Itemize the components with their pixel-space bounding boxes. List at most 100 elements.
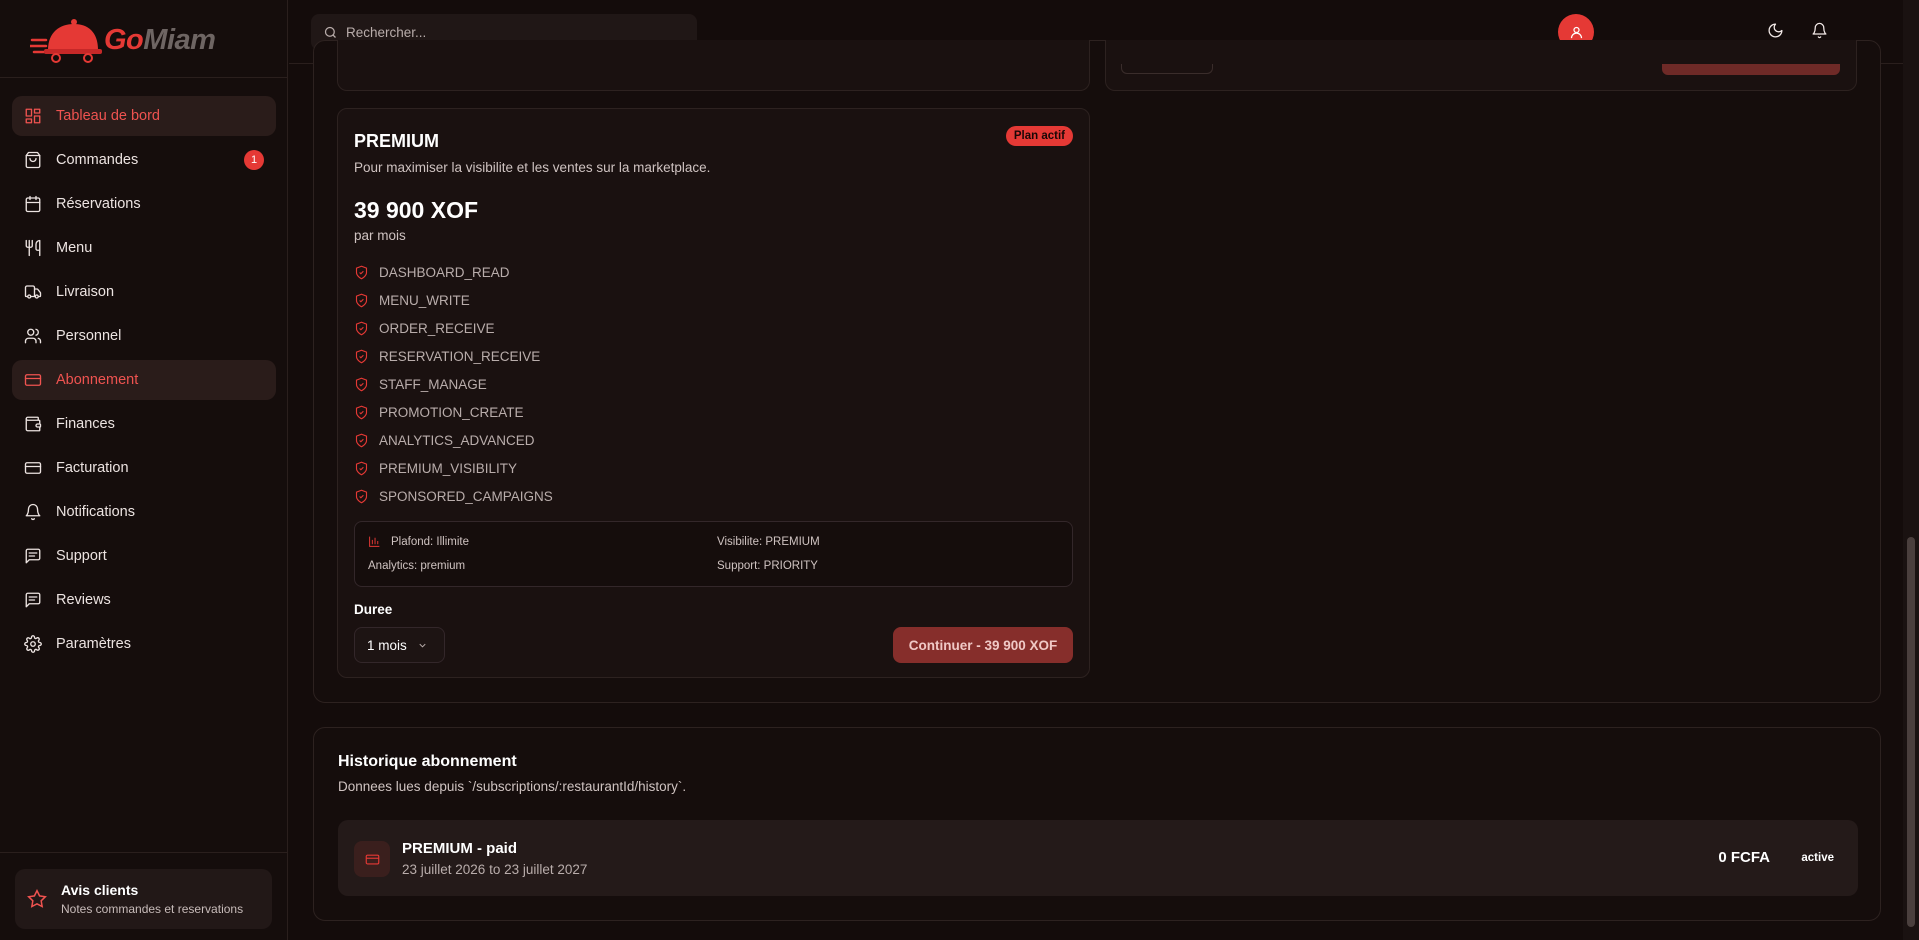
sidebar-item-label: Facturation bbox=[56, 460, 129, 476]
users-icon bbox=[24, 327, 42, 345]
history-dates: 23 juillet 2026 to 23 juillet 2027 bbox=[402, 862, 588, 877]
shield-check-icon bbox=[355, 377, 368, 391]
message-icon bbox=[24, 547, 42, 565]
plan-price: 39 900 XOF bbox=[354, 197, 479, 223]
star-icon bbox=[27, 889, 47, 908]
credit-card-icon bbox=[354, 841, 390, 877]
sidebar-bottom-divider bbox=[0, 852, 287, 853]
sidebar-item-label: Paramètres bbox=[56, 636, 131, 652]
sidebar-item-notifications[interactable]: Notifications bbox=[12, 492, 276, 532]
sidebar-item-menu[interactable]: Menu bbox=[12, 228, 276, 268]
feature-item: PROMOTION_CREATE bbox=[354, 398, 553, 426]
plan-features-list: DASHBOARD_READ MENU_WRITE ORDER_RECEIVE … bbox=[354, 258, 553, 510]
utensils-icon bbox=[24, 239, 42, 257]
plan-name: PREMIUM bbox=[354, 131, 439, 151]
credit-card-icon bbox=[24, 371, 42, 389]
duration-value: 1 mois bbox=[367, 637, 407, 653]
wallet-icon bbox=[24, 415, 42, 433]
sidebar-item-parametres[interactable]: Paramètres bbox=[12, 624, 276, 664]
subscription-history-card: Historique abonnement Donnees lues depui… bbox=[313, 727, 1881, 921]
billing-card-icon bbox=[24, 459, 42, 477]
limit-visibilite: Visibilite: PREMIUM bbox=[717, 536, 820, 548]
review-card-subtitle: Notes commandes et reservations bbox=[61, 902, 244, 916]
moon-icon bbox=[1767, 22, 1783, 38]
dashboard-icon bbox=[24, 107, 42, 125]
sidebar-item-reservations[interactable]: Réservations bbox=[12, 184, 276, 224]
duration-select[interactable]: 1 mois bbox=[354, 627, 445, 663]
active-plan-badge: Plan actif bbox=[1005, 126, 1073, 146]
sidebar-item-label: Reviews bbox=[56, 592, 111, 608]
plan-period: par mois bbox=[354, 228, 406, 243]
gear-icon bbox=[24, 635, 42, 653]
dark-mode-toggle[interactable] bbox=[1763, 18, 1787, 42]
search-input[interactable] bbox=[346, 24, 676, 40]
history-title: Historique abonnement bbox=[338, 753, 517, 770]
duration-label: Duree bbox=[354, 602, 393, 617]
bell-icon bbox=[1811, 22, 1827, 38]
shield-check-icon bbox=[355, 433, 368, 447]
shield-check-icon bbox=[355, 405, 368, 419]
calendar-icon bbox=[24, 195, 42, 213]
sidebar-item-label: Menu bbox=[56, 240, 93, 256]
feature-item: SPONSORED_CAMPAIGNS bbox=[354, 482, 553, 510]
truck-icon bbox=[24, 283, 42, 301]
history-row[interactable]: PREMIUM - paid 23 juillet 2026 to 23 jui… bbox=[338, 820, 1858, 896]
sidebar-item-tableau-de-bord[interactable]: Tableau de bord bbox=[12, 96, 276, 136]
shield-check-icon bbox=[355, 321, 368, 335]
continue-button[interactable]: Continuer - 39 900 XOF bbox=[893, 627, 1073, 663]
feature-item: ANALYTICS_ADVANCED bbox=[354, 426, 553, 454]
sidebar-item-finances[interactable]: Finances bbox=[12, 404, 276, 444]
sidebar-item-label: Finances bbox=[56, 416, 115, 432]
sidebar-item-reviews[interactable]: Reviews bbox=[12, 580, 276, 620]
search-icon bbox=[324, 26, 336, 38]
sidebar-nav: Tableau de bord Commandes 1 Réservations… bbox=[12, 96, 276, 668]
previous-plan-select[interactable] bbox=[1121, 64, 1213, 74]
feature-item: RESERVATION_RECEIVE bbox=[354, 342, 553, 370]
shield-check-icon bbox=[355, 349, 368, 363]
sidebar-item-personnel[interactable]: Personnel bbox=[12, 316, 276, 356]
bar-chart-icon bbox=[369, 536, 380, 547]
scrollbar-thumb[interactable] bbox=[1907, 537, 1915, 927]
feature-item: DASHBOARD_READ bbox=[354, 258, 553, 286]
sidebar-item-label: Notifications bbox=[56, 504, 135, 520]
sidebar-item-abonnement[interactable]: Abonnement bbox=[12, 360, 276, 400]
sidebar-divider bbox=[0, 77, 287, 78]
sidebar-item-commandes[interactable]: Commandes 1 bbox=[12, 140, 276, 180]
sidebar-item-facturation[interactable]: Facturation bbox=[12, 448, 276, 488]
sidebar-item-label: Personnel bbox=[56, 328, 122, 344]
plan-description: Pour maximiser la visibilite et les vent… bbox=[354, 160, 711, 175]
logo-text: GoMiam bbox=[104, 23, 216, 56]
review-message-icon bbox=[24, 591, 42, 609]
shield-check-icon bbox=[355, 293, 368, 307]
previous-plan-card-left bbox=[337, 40, 1090, 91]
feature-item: ORDER_RECEIVE bbox=[354, 314, 553, 342]
previous-plan-continue-button[interactable] bbox=[1662, 64, 1840, 75]
sidebar-item-label: Réservations bbox=[56, 196, 141, 212]
delivery-cloche-icon bbox=[30, 19, 102, 63]
shield-check-icon bbox=[355, 265, 368, 279]
shield-check-icon bbox=[355, 461, 368, 475]
sidebar-item-livraison[interactable]: Livraison bbox=[12, 272, 276, 312]
limit-plafond: Plafond: Illimite bbox=[391, 536, 469, 548]
notifications-button[interactable] bbox=[1807, 18, 1831, 42]
sidebar-item-label: Commandes bbox=[56, 152, 139, 168]
history-amount: 0 FCFA bbox=[1718, 849, 1770, 866]
user-icon bbox=[1570, 26, 1582, 38]
shield-check-icon bbox=[355, 489, 368, 503]
chevron-down-icon bbox=[419, 643, 426, 648]
customer-reviews-card[interactable]: Avis clients Notes commandes et reservat… bbox=[15, 869, 272, 929]
shopping-bag-icon bbox=[24, 151, 42, 169]
sidebar: GoMiam Tableau de bord Commandes 1 Réser… bbox=[0, 0, 288, 940]
bell-icon bbox=[24, 503, 42, 521]
page-scrollbar[interactable] bbox=[1903, 0, 1919, 940]
sidebar-item-support[interactable]: Support bbox=[12, 536, 276, 576]
history-status: active bbox=[1801, 852, 1834, 864]
gomiam-logo[interactable]: GoMiam bbox=[30, 14, 216, 66]
history-subtitle: Donnees lues depuis `/subscriptions/:res… bbox=[338, 779, 687, 794]
review-card-title: Avis clients bbox=[61, 882, 139, 898]
feature-item: STAFF_MANAGE bbox=[354, 370, 553, 398]
sidebar-item-label: Support bbox=[56, 548, 107, 564]
orders-count-badge: 1 bbox=[244, 150, 264, 170]
sidebar-item-label: Abonnement bbox=[56, 372, 139, 388]
premium-plan-card: PREMIUM Plan actif Pour maximiser la vis… bbox=[337, 108, 1090, 678]
